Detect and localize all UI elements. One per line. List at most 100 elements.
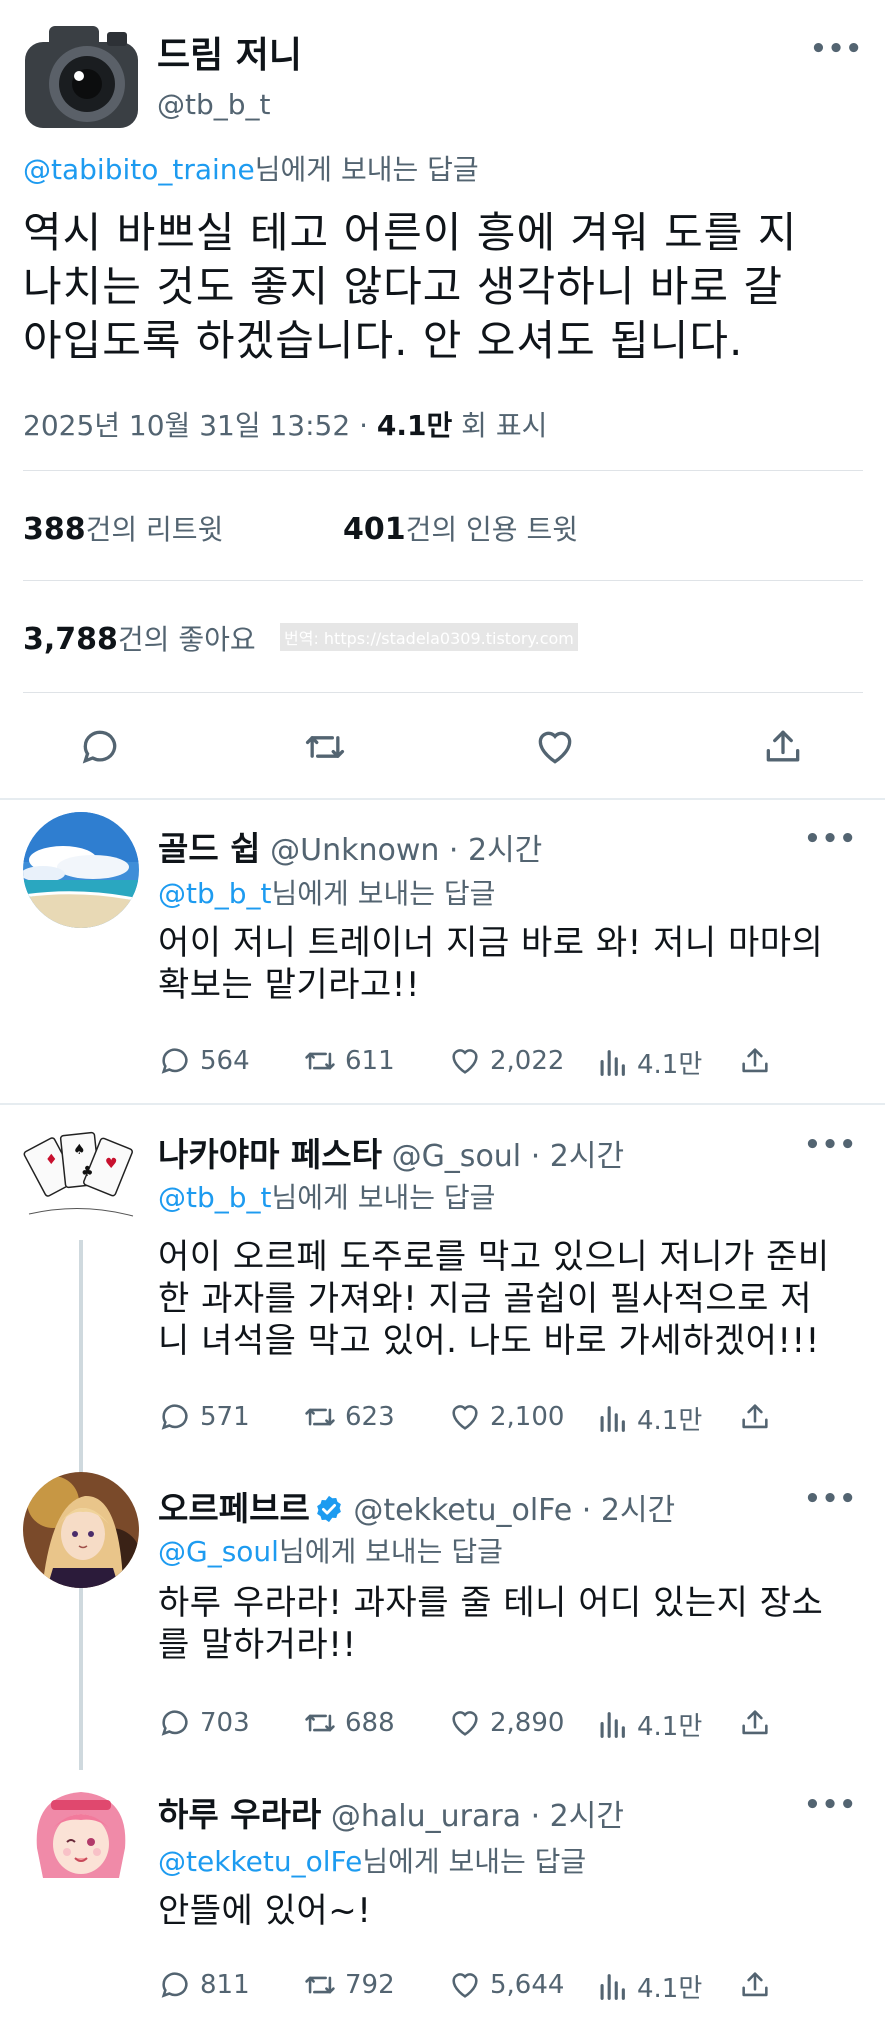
reply-to-handle-link[interactable]: @tb_b_t xyxy=(158,877,272,910)
like-button[interactable]: 2,100 xyxy=(448,1400,564,1434)
author-handle[interactable]: @tb_b_t xyxy=(157,88,271,121)
share-button[interactable] xyxy=(738,1044,772,1078)
reply-to-handle-link[interactable]: @tekketu_olFe xyxy=(158,1845,362,1878)
retweet-button[interactable]: 611 xyxy=(303,1044,395,1078)
like-count: 2,022 xyxy=(490,1046,565,1076)
reply-author-handle[interactable]: @Unknown xyxy=(270,833,439,868)
replying-to: @tabibito_traine님에게 보내는 답글 xyxy=(23,148,479,188)
section-divider xyxy=(0,1103,885,1105)
retweet-button[interactable]: 623 xyxy=(303,1400,395,1434)
reply-to-handle-link[interactable]: @tabibito_traine xyxy=(23,153,255,186)
reply-to-suffix: 님에게 보내는 답글 xyxy=(362,1845,587,1878)
svg-text:♣: ♣ xyxy=(81,1164,94,1180)
share-upload-icon[interactable] xyxy=(761,725,805,769)
share-button[interactable] xyxy=(738,1968,772,2002)
retweet-arrows-icon xyxy=(305,1714,335,1732)
reply-button[interactable]: 703 xyxy=(158,1706,250,1740)
views-button[interactable]: 4.1만 xyxy=(595,1706,702,1743)
reply-time[interactable]: · 2시간 xyxy=(521,1799,624,1834)
reply-author-handle[interactable]: @G_soul xyxy=(392,1139,522,1174)
reply-text: 어이 저니 트레이너 지금 바로 와! 저니 마마의 확보는 맡기라고!! xyxy=(158,922,858,1006)
replying-to: @tb_b_t님에게 보내는 답글 xyxy=(158,872,495,912)
reply-time[interactable]: · 2시간 xyxy=(439,833,542,868)
retweet-count: 688 xyxy=(345,1708,395,1738)
heart-icon xyxy=(452,1405,478,1430)
reply-author-name[interactable]: 골드 쉽 xyxy=(158,829,261,868)
like-count: 2,100 xyxy=(490,1402,565,1432)
reply-author-name[interactable]: 하루 우라라 xyxy=(158,1795,321,1834)
playing-cards-avatar[interactable]: ♦ ♠ ♣ ♥ xyxy=(23,1118,139,1234)
quotes-stat[interactable]: 401건의 인용 트윗 xyxy=(343,508,578,548)
reply-author-handle[interactable]: @halu_urara xyxy=(331,1799,521,1834)
like-button[interactable]: 2,890 xyxy=(448,1706,564,1740)
more-dots-icon[interactable]: ••• xyxy=(804,1790,857,1820)
reply-button[interactable]: 811 xyxy=(158,1968,250,2002)
like-button[interactable]: 2,022 xyxy=(448,1044,564,1078)
more-dots-icon[interactable]: ••• xyxy=(804,1130,857,1160)
text-line: 니 녀석을 막고 있어. 나도 바로 가세하겠어!!! xyxy=(158,1321,820,1361)
more-dots-icon[interactable]: ••• xyxy=(804,1484,857,1514)
retweet-arrows-icon xyxy=(305,1408,335,1426)
reply-header: 골드 쉽 @Unknown · 2시간 xyxy=(158,822,542,870)
bar-chart-icon xyxy=(600,1405,625,1432)
share-button[interactable] xyxy=(738,1400,772,1434)
retweet-arrows-icon xyxy=(305,1976,335,1994)
reply-tweet[interactable]: 골드 쉽 @Unknown · 2시간 ••• @tb_b_t님에게 보내는 답… xyxy=(0,812,885,1097)
likes-stat[interactable]: 3,788건의 좋아요 xyxy=(23,618,256,658)
retweet-arrows-icon xyxy=(305,1052,335,1070)
reply-header: 하루 우라라 @halu_urara · 2시간 xyxy=(158,1788,624,1836)
text-line: 를 말하거라!! xyxy=(158,1625,357,1665)
reply-to-suffix: 님에게 보내는 답글 xyxy=(271,1181,496,1214)
more-dots-icon[interactable]: ••• xyxy=(810,34,863,64)
reply-tweet[interactable]: 오르페브르 @tekketu_olFe · 2시간 ••• @G_soul님에게… xyxy=(0,1472,885,1772)
character-avatar[interactable] xyxy=(23,1472,139,1588)
main-tweet-header: 드림 저니 @tb_b_t ••• xyxy=(23,20,863,135)
reply-to-handle-link[interactable]: @G_soul xyxy=(158,1535,279,1568)
reply-tweet[interactable]: 하루 우라라 @halu_urara · 2시간 ••• @tekketu_ol… xyxy=(0,1778,885,2028)
speech-bubble-icon xyxy=(161,1048,188,1074)
text-line: 역시 바쁘실 테고 어른이 흥에 겨워 도를 지 xyxy=(23,208,798,257)
bar-chart-icon xyxy=(600,1973,625,2000)
heart-icon[interactable] xyxy=(533,725,577,769)
reply-actions: 564 611 2,022 4.1만 xyxy=(158,1044,858,1084)
views-count: 4.1만 xyxy=(637,1974,703,2004)
views-button[interactable]: 4.1만 xyxy=(595,1400,702,1437)
views-button[interactable]: 4.1만 xyxy=(595,1968,702,2005)
retweet-button[interactable]: 688 xyxy=(303,1706,395,1740)
views-button[interactable]: 4.1만 xyxy=(595,1044,702,1081)
reply-to-handle-link[interactable]: @tb_b_t xyxy=(158,1181,272,1214)
author-name[interactable]: 드림 저니 xyxy=(157,26,302,78)
views-count: 4.1만 xyxy=(637,1050,703,1080)
text-line: 어이 저니 트레이너 지금 바로 와! 저니 마마의 xyxy=(158,923,824,963)
beach-avatar[interactable] xyxy=(23,812,139,928)
retweet-arrows-icon[interactable] xyxy=(303,725,347,769)
likes-count: 3,788 xyxy=(23,622,118,657)
reply-header: 오르페브르 @tekketu_olFe · 2시간 xyxy=(158,1482,675,1530)
reply-author-name[interactable]: 오르페브르 xyxy=(158,1489,310,1528)
reply-author-handle[interactable]: @tekketu_olFe xyxy=(353,1493,572,1528)
tweet-date[interactable]: 2025년 10월 31일 13:52 · xyxy=(23,409,377,442)
reply-time[interactable]: · 2시간 xyxy=(521,1139,624,1174)
speech-bubble-icon[interactable] xyxy=(78,725,122,769)
retweets-stat[interactable]: 388건의 리트윗 xyxy=(23,508,223,548)
reply-author-name[interactable]: 나카야마 페스타 xyxy=(158,1135,382,1174)
retweet-count: 611 xyxy=(345,1046,395,1076)
replying-to: @tekketu_olFe님에게 보내는 답글 xyxy=(158,1840,586,1880)
reply-button[interactable]: 571 xyxy=(158,1400,250,1434)
views-count: 4.1만 xyxy=(637,1712,703,1742)
section-divider xyxy=(0,798,885,800)
reply-to-suffix: 님에게 보내는 답글 xyxy=(278,1535,503,1568)
more-dots-icon[interactable]: ••• xyxy=(804,824,857,854)
quotes-label: 건의 인용 트윗 xyxy=(405,513,578,546)
reply-text: 하루 우라라! 과자를 줄 테니 어디 있는지 장소 를 말하거라!! xyxy=(158,1582,858,1666)
reply-tweet[interactable]: ♦ ♠ ♣ ♥ 나카야마 페스타 @G_soul · 2시간 ••• @tb_b… xyxy=(0,1118,885,1458)
reply-button[interactable]: 564 xyxy=(158,1044,250,1078)
pink-hair-character-avatar[interactable] xyxy=(23,1778,139,1894)
camera-avatar[interactable] xyxy=(23,20,140,132)
likes-label: 건의 좋아요 xyxy=(117,623,256,656)
retweet-button[interactable]: 792 xyxy=(303,1968,395,2002)
like-button[interactable]: 5,644 xyxy=(448,1968,564,2002)
reply-time[interactable]: · 2시간 xyxy=(572,1493,675,1528)
share-button[interactable] xyxy=(738,1706,772,1740)
bar-chart-icon xyxy=(600,1711,625,1738)
